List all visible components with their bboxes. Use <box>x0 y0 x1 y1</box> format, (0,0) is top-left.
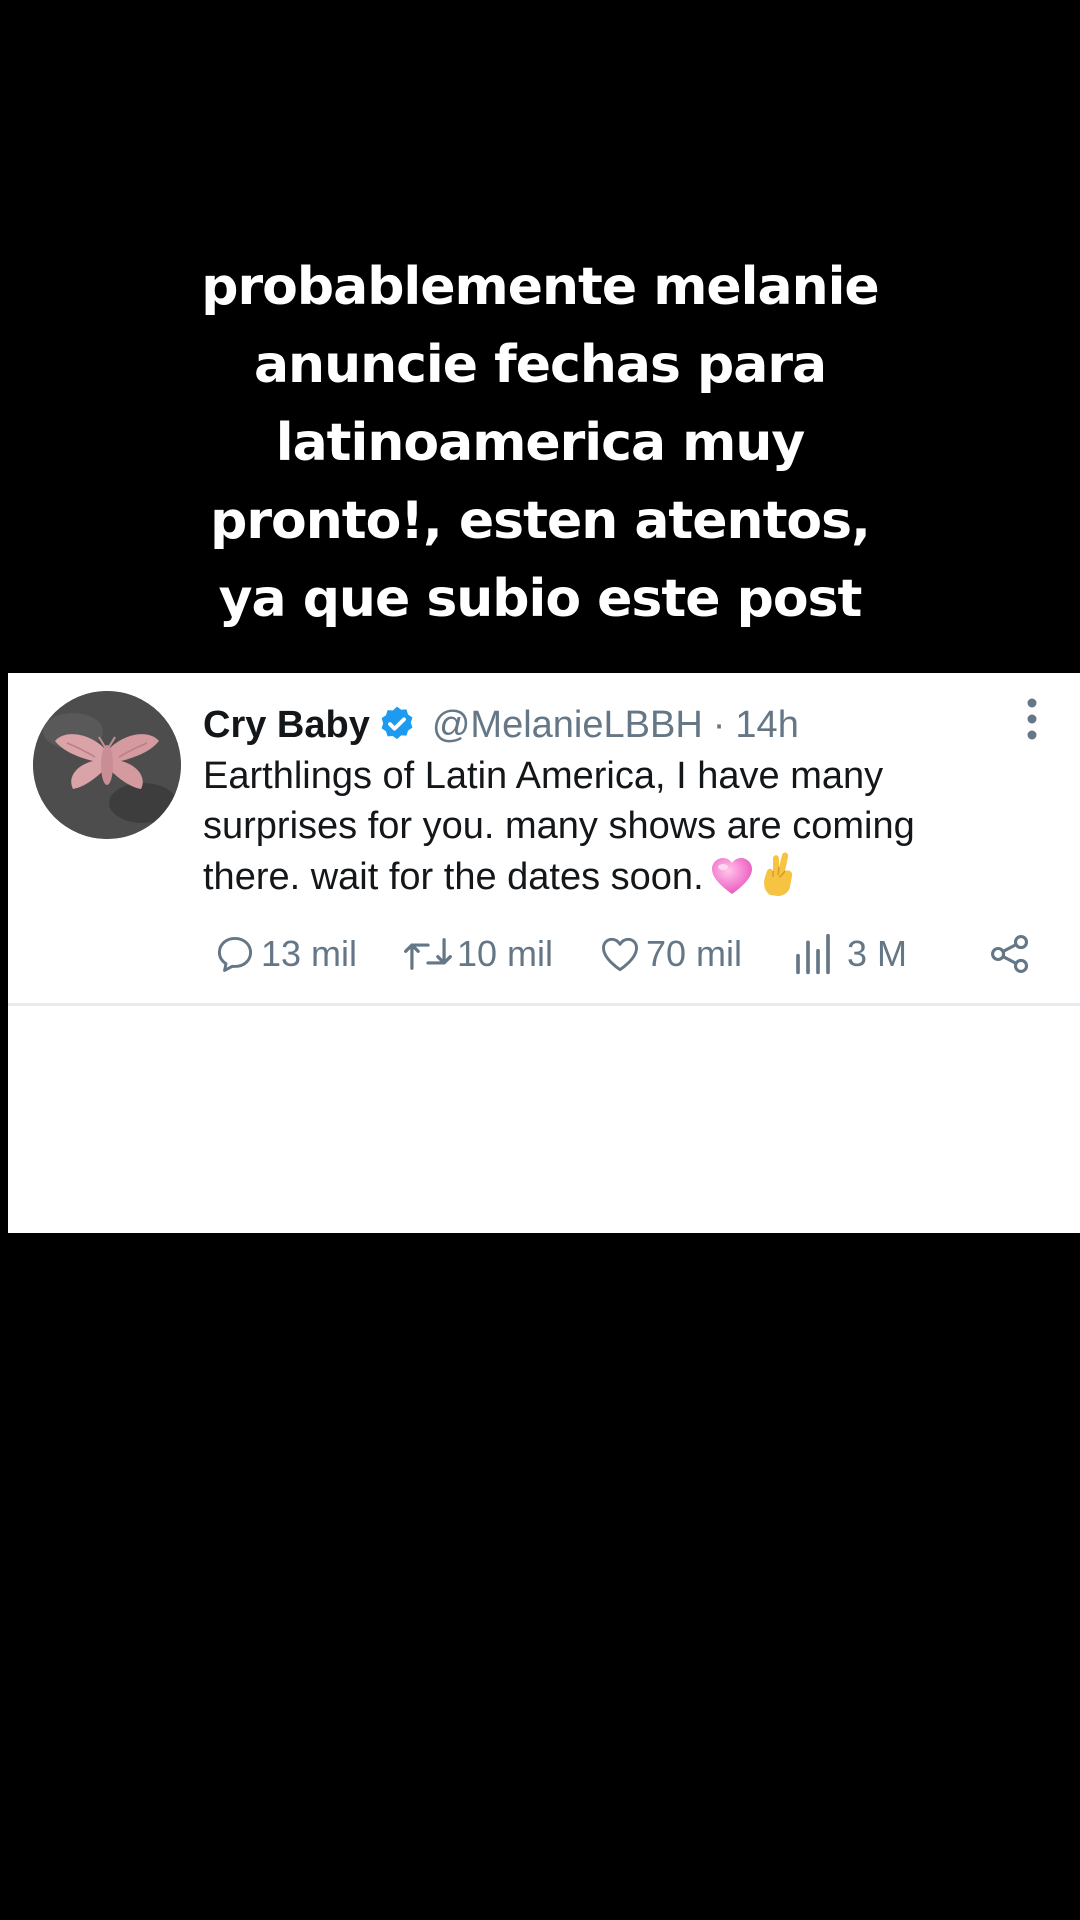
retweet-count: 10 mil <box>457 933 554 974</box>
separator-dot: · <box>712 703 726 746</box>
caption-line: ya que subio este post <box>218 569 863 629</box>
heart-icon <box>602 937 638 972</box>
like-count: 70 mil <box>646 933 743 974</box>
tweet-card[interactable]: Cry Baby @MelanieLBBH · 14h Earthlings o… <box>8 673 1080 1233</box>
retweet-icon <box>404 938 452 970</box>
views-button[interactable]: 3 M <box>793 929 907 979</box>
reply-count: 13 mil <box>261 933 358 974</box>
pink-heart-icon <box>710 857 754 910</box>
share-button[interactable] <box>988 929 1036 979</box>
avatar[interactable] <box>33 691 181 839</box>
verified-badge-icon <box>376 704 418 746</box>
tweet-actions: 13 mil 10 mil 70 mil 3 M <box>203 929 1043 979</box>
like-button[interactable]: 70 mil <box>598 929 742 979</box>
timestamp[interactable]: 14h <box>735 704 798 747</box>
tweet-text-line: there. wait for the dates soon. <box>203 856 704 898</box>
caption-line: pronto!, esten atentos, <box>210 491 871 551</box>
crossed-fingers-icon <box>760 851 798 910</box>
tweet-header: Cry Baby @MelanieLBBH · 14h <box>203 699 799 751</box>
share-icon <box>991 935 1029 973</box>
moth-avatar-image <box>33 691 181 839</box>
tweet-text-line: surprises for you. many shows are coming <box>203 805 915 847</box>
views-icon <box>796 933 830 975</box>
retweet-button[interactable]: 10 mil <box>403 929 553 979</box>
tweet-text-line: Earthlings of Latin America, I have many <box>203 755 884 797</box>
views-count: 3 M <box>847 933 908 974</box>
display-name[interactable]: Cry Baby <box>203 704 370 747</box>
caption-line: probablemente melanie <box>201 257 879 317</box>
tweet-text: Earthlings of Latin America, I have many… <box>203 751 1063 910</box>
caption-line: anuncie fechas para <box>253 335 827 395</box>
reply-button[interactable]: 13 mil <box>213 929 357 979</box>
divider <box>8 1003 1080 1006</box>
caption-line: latinoamerica muy <box>275 413 805 473</box>
reply-icon <box>217 936 253 972</box>
video-caption: probablemente melanie anuncie fechas par… <box>0 248 1080 638</box>
more-options-icon[interactable] <box>1022 697 1042 741</box>
user-handle[interactable]: @MelanieLBBH <box>432 704 703 747</box>
